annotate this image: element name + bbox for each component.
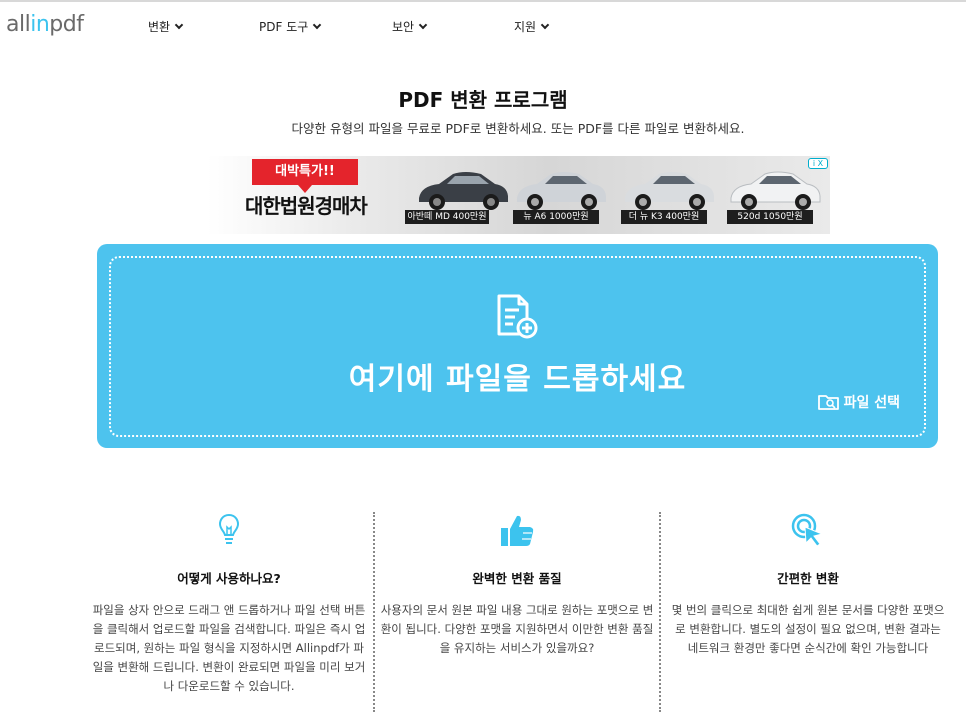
feature-easy-convert: 간편한 변환 몇 번의 클릭으로 최대한 쉽게 원본 문서를 다양한 포맷으로 …: [668, 512, 948, 658]
feature-title: 간편한 변환: [777, 571, 839, 586]
chevron-down-icon: [418, 20, 428, 29]
ad-banner[interactable]: 대박특가!! 대한법원경매차 아반떼 MD 400만원 뉴 A6 1000만원 …: [207, 156, 830, 234]
ad-choices-icon[interactable]: i X: [808, 158, 828, 169]
logo-text-in: in: [30, 12, 50, 37]
nav-convert[interactable]: 변환: [148, 18, 184, 35]
car-label-k3: 더 뉴 K3 400만원: [621, 210, 707, 224]
drop-zone-text: 여기에 파일을 드롭하세요: [348, 362, 687, 397]
nav-support-label: 지원: [514, 20, 537, 34]
ad-brand-name: 대한법원경매차: [245, 194, 368, 218]
car-image-a6: [517, 172, 606, 210]
feature-body: 몇 번의 클릭으로 최대한 쉽게 원본 문서를 다양한 포맷으로 변환합니다. …: [671, 603, 945, 655]
nav-support[interactable]: 지원: [514, 18, 550, 35]
nav-pdf-tools-label: PDF 도구: [259, 20, 309, 34]
chevron-down-icon: [174, 20, 184, 29]
car-label-avante: 아반떼 MD 400만원: [405, 210, 489, 224]
car-label-a6: 뉴 A6 1000만원: [513, 210, 599, 224]
header: allinpdf 변환 PDF 도구 보안 지원: [0, 2, 966, 50]
file-select-button[interactable]: 파일 선택: [817, 392, 900, 412]
add-document-icon: [497, 294, 538, 339]
car-label-520d: 520d 1050만원: [727, 210, 813, 224]
feature-quality: 완벽한 변환 품질 사용자의 문서 원본 파일 내용 그대로 원하는 포맷으로 …: [377, 512, 657, 658]
feature-divider: [373, 512, 375, 712]
car-image-520d: [730, 171, 821, 210]
page-title: PDF 변환 프로그램: [398, 88, 568, 112]
feature-body: 사용자의 문서 원본 파일 내용 그대로 원하는 포맷으로 변환이 됩니다. 다…: [380, 603, 654, 655]
feature-title: 완벽한 변환 품질: [472, 571, 562, 586]
chevron-down-icon: [313, 20, 322, 29]
car-image-k3: [625, 172, 714, 210]
chevron-down-icon: [540, 20, 550, 29]
logo-text-all: all: [6, 12, 31, 37]
feature-divider: [659, 512, 661, 712]
file-select-label: 파일 선택: [843, 395, 900, 411]
thumbs-up-icon: [501, 515, 534, 546]
lightbulb-icon: [218, 513, 240, 544]
feature-title: 어떻게 사용하나요?: [177, 571, 281, 586]
feature-body: 파일을 상자 안으로 드래그 앤 드롭하거나 파일 선택 버튼을 클릭해서 업로…: [92, 603, 366, 693]
cursor-click-icon: [791, 513, 824, 547]
car-image-avante: [419, 172, 508, 210]
nav-security-label: 보안: [392, 20, 415, 34]
page-subtitle: 다양한 유형의 파일을 무료로 PDF로 변환하세요. 또는 PDF를 다른 파…: [291, 121, 745, 136]
nav-convert-label: 변환: [148, 20, 171, 34]
nav-security[interactable]: 보안: [392, 18, 428, 35]
ad-sale-tag: 대박특가!!: [252, 159, 358, 193]
feature-how-to-use: 어떻게 사용하나요? 파일을 상자 안으로 드래그 앤 드롭하거나 파일 선택 …: [89, 512, 369, 696]
nav-pdf-tools[interactable]: PDF 도구: [259, 18, 322, 35]
logo-text-pdf: pdf: [49, 12, 84, 37]
file-drop-zone[interactable]: 여기에 파일을 드롭하세요 파일 선택: [97, 244, 938, 448]
drop-zone-border: [109, 256, 926, 437]
allinpdf-logo[interactable]: allinpdf: [6, 12, 84, 37]
folder-search-icon: [817, 395, 839, 410]
